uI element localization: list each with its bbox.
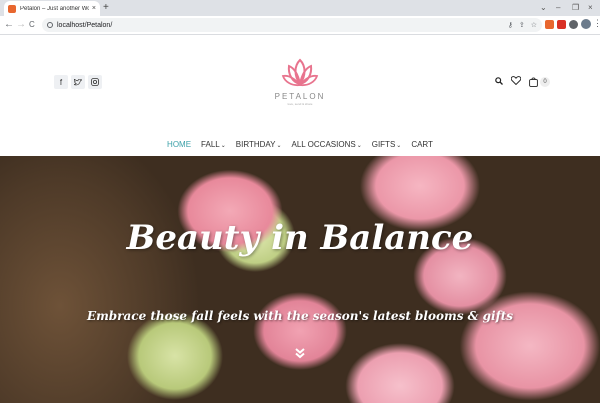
nav-label: GIFTS [371, 140, 396, 149]
nav-label: ALL OCCASIONS [291, 140, 356, 149]
reload-button[interactable]: C [29, 19, 35, 31]
nav-item-all-occasions[interactable]: ALL OCCASIONS⌄ [292, 140, 362, 149]
extensions-puzzle-icon[interactable] [569, 20, 578, 29]
header-actions: 0 [495, 76, 550, 87]
social-links: f [54, 75, 102, 89]
nav-item-gifts[interactable]: GIFTS⌄ [372, 140, 402, 149]
nav-label: CART [411, 140, 433, 149]
search-icon[interactable] [495, 76, 503, 87]
facebook-icon[interactable]: f [54, 75, 68, 89]
nav-label: FALL [201, 140, 220, 149]
site-info-icon[interactable] [47, 22, 53, 28]
address-bar[interactable]: localhost/Petalon/ ⚷ ⇪ ☆ [42, 18, 542, 32]
scroll-down-icon[interactable] [292, 347, 308, 359]
browser-tab[interactable]: Petalon – Just another WordPre × [4, 1, 100, 16]
back-button[interactable]: ← [4, 19, 14, 31]
brand-name: PETALON [274, 92, 326, 101]
twitter-icon[interactable] [71, 75, 85, 89]
hero-subtitle: Embrace those fall feels with the season… [86, 309, 514, 323]
forward-button[interactable]: → [16, 19, 26, 31]
chevron-down-icon: ⌄ [220, 143, 226, 149]
wishlist-heart-icon[interactable] [510, 76, 522, 87]
chevron-down-icon: ⌄ [396, 143, 402, 149]
tab-title: Petalon – Just another WordPre [20, 5, 89, 12]
main-navigation: HOME FALL⌄ BIRTHDAY⌄ ALL OCCASIONS⌄ GIFT… [0, 140, 600, 149]
chevron-down-icon: ⌄ [276, 143, 282, 149]
tab-close-icon[interactable]: × [92, 5, 96, 12]
nav-label: HOME [167, 140, 192, 149]
nav-item-home[interactable]: HOME [167, 140, 191, 149]
bookmark-star-icon[interactable]: ☆ [531, 21, 537, 29]
nav-item-cart[interactable]: CART [411, 140, 433, 149]
site-favicon-icon [8, 4, 16, 13]
shopping-bag-icon [529, 77, 538, 87]
browser-menu-icon[interactable]: ⋮ [593, 18, 600, 29]
cart-count-badge: 0 [540, 76, 550, 87]
lotus-logo-icon [281, 58, 319, 87]
extension-icon[interactable] [557, 20, 566, 29]
chevron-down-icon: ⌄ [356, 143, 362, 149]
browser-toolbar: ← → C localhost/Petalon/ ⚷ ⇪ ☆ [0, 16, 600, 35]
browser-tab-strip: Petalon – Just another WordPre × + ⌄ – ❐… [0, 0, 600, 16]
tab-search-icon[interactable]: ⌄ [540, 2, 547, 14]
close-window-button[interactable]: × [588, 2, 593, 14]
nav-label: BIRTHDAY [235, 140, 276, 149]
brand-tagline: love, send & share [287, 102, 313, 106]
hero-banner: Beauty in Balance Embrace those fall fee… [0, 156, 600, 403]
key-icon[interactable]: ⚷ [508, 21, 513, 29]
share-icon[interactable]: ⇪ [519, 21, 525, 29]
new-tab-button[interactable]: + [103, 2, 109, 14]
maximize-button[interactable]: ❐ [572, 2, 579, 14]
instagram-icon[interactable] [88, 75, 102, 89]
hero-title: Beauty in Balance [126, 218, 474, 258]
site-logo[interactable]: PETALON love, send & share [270, 56, 330, 106]
minimize-button[interactable]: – [556, 2, 560, 14]
website: f PETALON love, send & share 0 HOME FALL… [0, 36, 600, 403]
extension-icon[interactable] [545, 20, 554, 29]
profile-avatar[interactable] [581, 19, 591, 29]
nav-item-fall[interactable]: FALL⌄ [201, 140, 226, 149]
nav-item-birthday[interactable]: BIRTHDAY⌄ [236, 140, 282, 149]
cart-link[interactable]: 0 [529, 76, 550, 87]
address-url: localhost/Petalon/ [57, 21, 113, 29]
